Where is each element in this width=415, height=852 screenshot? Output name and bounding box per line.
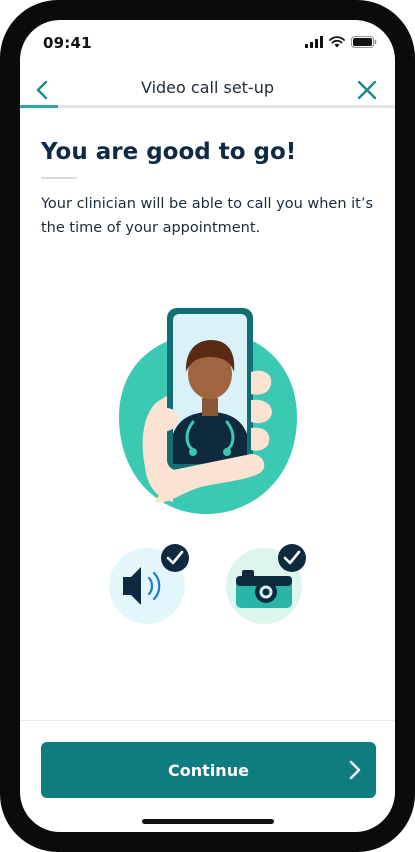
clinician-on-phone-illustration bbox=[119, 308, 297, 515]
status-icons bbox=[305, 36, 377, 48]
speaker-badge bbox=[109, 544, 189, 624]
signal-icon bbox=[305, 36, 323, 48]
wifi-icon bbox=[329, 36, 345, 48]
check-icon bbox=[278, 544, 306, 572]
progress-fill bbox=[20, 105, 58, 108]
body-text: Your clinician will be able to call you … bbox=[41, 196, 374, 236]
close-icon bbox=[357, 80, 377, 100]
chevron-right-icon bbox=[349, 760, 361, 780]
device-frame: 09:41 Video call set-up You are good to … bbox=[0, 0, 415, 852]
divider bbox=[41, 177, 77, 179]
status-time: 09:41 bbox=[43, 34, 92, 52]
home-indicator bbox=[142, 819, 274, 824]
continue-button[interactable]: Continue bbox=[41, 742, 376, 798]
speaker-permission bbox=[107, 542, 189, 624]
header-title: Video call set-up bbox=[140, 78, 274, 97]
header: Video call set-up bbox=[20, 78, 395, 108]
page-title: You are good to go! bbox=[41, 139, 297, 165]
check-icon bbox=[161, 544, 189, 572]
footer-divider bbox=[20, 720, 395, 721]
status-bar: 09:41 bbox=[20, 20, 395, 68]
continue-label: Continue bbox=[168, 761, 249, 780]
progress-bar bbox=[20, 105, 395, 108]
close-button[interactable] bbox=[351, 74, 383, 106]
screen: 09:41 Video call set-up You are good to … bbox=[20, 20, 395, 832]
camera-badge bbox=[226, 544, 306, 624]
battery-icon bbox=[351, 36, 377, 48]
camera-permission bbox=[224, 542, 306, 624]
